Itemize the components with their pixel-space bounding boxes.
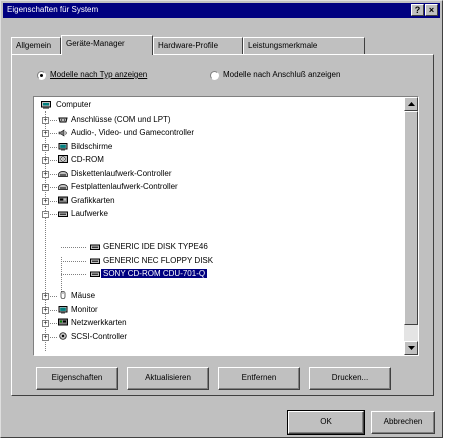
expand-icon[interactable]: + [42, 320, 49, 327]
tree-guide-line-drives [61, 257, 62, 294]
port-icon [58, 117, 68, 123]
floppy-drive-icon [90, 258, 100, 264]
tree-root-label: Computer [56, 100, 92, 109]
tree-category-label: CD-ROM [71, 155, 104, 164]
expand-icon[interactable]: + [42, 307, 49, 314]
expand-icon[interactable]: + [42, 157, 49, 164]
view-by-connection-radio[interactable] [210, 71, 219, 80]
expand-icon[interactable]: + [42, 184, 49, 191]
monitor-icon [58, 143, 68, 151]
tab-general[interactable]: Allgemein [11, 37, 61, 54]
ok-button[interactable]: OK [287, 410, 365, 435]
device-tree[interactable]: Computer + Anschlüsse (COM und LPT) + Au… [33, 96, 419, 356]
tree-device-label: GENERIC NEC FLOPPY DISK [103, 256, 214, 265]
scroll-up-button[interactable] [404, 97, 418, 111]
print-button[interactable]: Drucken... [309, 367, 391, 390]
close-button[interactable]: × [425, 4, 438, 16]
window-title: Eigenschaften für System [7, 5, 99, 14]
expand-icon[interactable]: + [42, 130, 49, 137]
drive-icon [58, 211, 68, 217]
network-card-icon [58, 318, 68, 326]
expand-icon[interactable]: + [42, 198, 49, 205]
view-by-type-radio[interactable] [37, 71, 46, 80]
tree-category-label: Festplattenlaufwerk-Controller [71, 182, 178, 191]
tree-category-label: Netzwerkkarten [71, 318, 127, 327]
arrow-up-icon [408, 102, 415, 106]
expand-icon[interactable]: + [42, 334, 49, 341]
view-by-connection-label: Modelle nach Anschluß anzeigen [223, 70, 341, 79]
tree-category-label: Laufwerke [71, 209, 108, 218]
tree-branch [61, 261, 86, 262]
properties-button[interactable]: Eigenschaften [36, 367, 118, 390]
tree-category-label: Diskettenlaufwerk-Controller [71, 169, 172, 178]
hard-disk-icon [90, 244, 100, 250]
help-button[interactable]: ? [411, 4, 424, 16]
tree-category-label: Mäuse [71, 291, 96, 300]
collapse-icon[interactable]: − [42, 211, 49, 218]
tree-branch [61, 247, 86, 248]
expand-icon[interactable]: + [42, 117, 49, 124]
expand-icon[interactable]: + [42, 171, 49, 178]
tree-category-label: Bildschirme [71, 142, 113, 151]
tree-category-label: SCSI-Controller [71, 332, 128, 341]
arrow-down-icon [408, 346, 415, 350]
device-tree-content: Computer + Anschlüsse (COM und LPT) + Au… [34, 97, 405, 355]
tab-performance[interactable]: Leistungsmerkmale [243, 37, 365, 54]
cd-rom-drive-icon [90, 271, 100, 277]
view-by-type-label: Modelle nach Typ anzeigen [50, 70, 148, 79]
hard-disk-controller-icon [58, 184, 68, 190]
computer-icon [41, 101, 51, 109]
tab-hardware-profiles[interactable]: Hardware-Profile [153, 37, 243, 54]
scroll-down-button[interactable] [404, 341, 418, 355]
scsi-controller-icon [59, 332, 67, 340]
expand-icon[interactable]: + [42, 144, 49, 151]
tree-category-label: Anschlüsse (COM und LPT) [71, 115, 171, 124]
graphics-card-icon [58, 196, 68, 204]
monitor-icon [58, 306, 68, 314]
scroll-thumb[interactable] [404, 111, 418, 325]
floppy-controller-icon [58, 171, 68, 177]
tree-category-label: Monitor [71, 305, 98, 314]
cd-rom-icon [58, 155, 68, 163]
tab-device-manager[interactable]: Geräte-Manager [61, 35, 153, 55]
expand-icon[interactable]: + [42, 293, 49, 300]
title-bar[interactable]: Eigenschaften für System ? × [3, 3, 440, 18]
speaker-icon [58, 129, 67, 137]
tree-device-label: GENERIC IDE DISK TYPE46 [103, 242, 208, 251]
cancel-button[interactable]: Abbrechen [371, 411, 435, 434]
mouse-icon [60, 291, 66, 299]
tree-scrollbar[interactable] [404, 97, 418, 355]
remove-button[interactable]: Entfernen [218, 367, 300, 390]
tree-branch [61, 274, 86, 275]
tree-category-label: Grafikkarten [71, 196, 115, 205]
tree-category-label: Audio-, Video- und Gamecontroller [71, 128, 195, 137]
refresh-button[interactable]: Aktualisieren [127, 367, 209, 390]
tree-device-label-selected: SONY CD-ROM CDU-701-Q [101, 269, 208, 278]
